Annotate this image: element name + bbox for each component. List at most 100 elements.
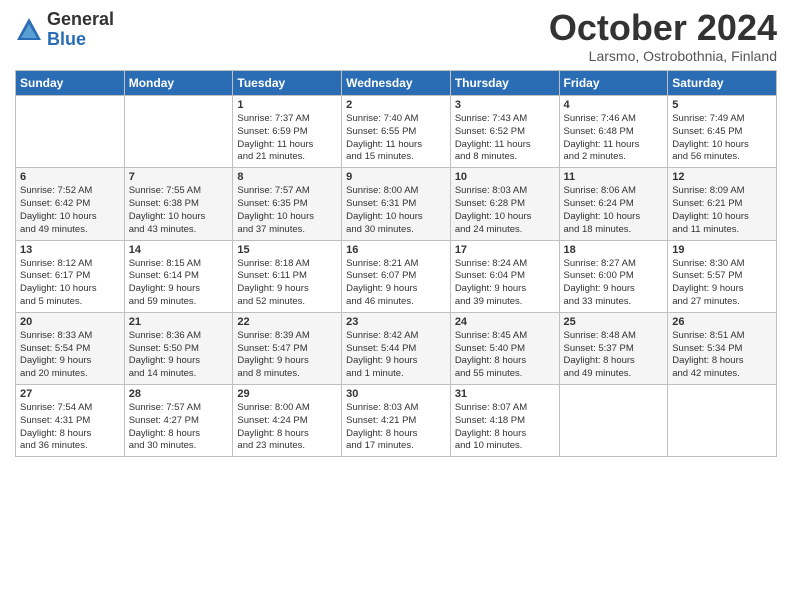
- cell-content: Sunrise: 8:03 AM Sunset: 6:28 PM Dayligh…: [455, 185, 555, 236]
- cell-content: Sunrise: 8:42 AM Sunset: 5:44 PM Dayligh…: [346, 330, 446, 381]
- cell-2-3: 16 Sunrise: 8:21 AM Sunset: 6:07 PM Dayli…: [342, 240, 451, 312]
- day-number: 4: [564, 99, 664, 111]
- cell-2-6: 19Sunrise: 8:30 AM Sunset: 5:57 PM Dayli…: [668, 240, 777, 312]
- day-number: 8: [237, 171, 337, 183]
- day-number: 22: [237, 316, 337, 328]
- logo-text: General Blue: [47, 10, 114, 50]
- cell-content: Sunrise: 7:43 AM Sunset: 6:52 PM Dayligh…: [455, 113, 555, 164]
- cell-content: Sunrise: 7:37 AM Sunset: 6:59 PM Dayligh…: [237, 113, 337, 164]
- day-number: 18: [564, 244, 664, 256]
- day-number: 10: [455, 171, 555, 183]
- day-number: 16: [346, 244, 446, 256]
- cell-4-3: 30 Sunrise: 8:03 AM Sunset: 4:21 PM Dayli…: [342, 385, 451, 457]
- cell-1-3: 9 Sunrise: 8:00 AM Sunset: 6:31 PM Daylig…: [342, 168, 451, 240]
- week-row-1: 6 Sunrise: 7:52 AM Sunset: 6:42 PM Daylig…: [16, 168, 777, 240]
- cell-content: Sunrise: 8:18 AM Sunset: 6:11 PM Dayligh…: [237, 258, 337, 309]
- day-number: 28: [129, 388, 229, 400]
- day-number: 3: [455, 99, 555, 111]
- month-title: October 2024: [549, 10, 777, 46]
- cell-3-2: 22Sunrise: 8:39 AM Sunset: 5:47 PM Dayli…: [233, 312, 342, 384]
- day-number: 21: [129, 316, 229, 328]
- cell-0-2: 1 Sunrise: 7:37 AM Sunset: 6:59 PM Daylig…: [233, 96, 342, 168]
- day-number: 23: [346, 316, 446, 328]
- cell-1-4: 10 Sunrise: 8:03 AM Sunset: 6:28 PM Dayli…: [450, 168, 559, 240]
- day-number: 29: [237, 388, 337, 400]
- cell-3-1: 21Sunrise: 8:36 AM Sunset: 5:50 PM Dayli…: [124, 312, 233, 384]
- cell-content: Sunrise: 8:00 AM Sunset: 4:24 PM Dayligh…: [237, 402, 337, 453]
- header-friday: Friday: [559, 71, 668, 96]
- calendar-body: 1 Sunrise: 7:37 AM Sunset: 6:59 PM Daylig…: [16, 96, 777, 457]
- cell-0-3: 2Sunrise: 7:40 AM Sunset: 6:55 PM Daylig…: [342, 96, 451, 168]
- day-number: 12: [672, 171, 772, 183]
- cell-0-0: [16, 96, 125, 168]
- cell-content: Sunrise: 8:45 AM Sunset: 5:40 PM Dayligh…: [455, 330, 555, 381]
- day-number: 30: [346, 388, 446, 400]
- header-wednesday: Wednesday: [342, 71, 451, 96]
- cell-content: Sunrise: 8:51 AM Sunset: 5:34 PM Dayligh…: [672, 330, 772, 381]
- cell-2-5: 18Sunrise: 8:27 AM Sunset: 6:00 PM Dayli…: [559, 240, 668, 312]
- cell-content: Sunrise: 8:24 AM Sunset: 6:04 PM Dayligh…: [455, 258, 555, 309]
- cell-content: Sunrise: 8:48 AM Sunset: 5:37 PM Dayligh…: [564, 330, 664, 381]
- cell-4-0: 27 Sunrise: 7:54 AM Sunset: 4:31 PM Dayli…: [16, 385, 125, 457]
- week-row-0: 1 Sunrise: 7:37 AM Sunset: 6:59 PM Daylig…: [16, 96, 777, 168]
- cell-1-6: 12 Sunrise: 8:09 AM Sunset: 6:21 PM Dayli…: [668, 168, 777, 240]
- location: Larsmo, Ostrobothnia, Finland: [549, 48, 777, 64]
- cell-4-1: 28 Sunrise: 7:57 AM Sunset: 4:27 PM Dayli…: [124, 385, 233, 457]
- day-number: 26: [672, 316, 772, 328]
- calendar-table: Sunday Monday Tuesday Wednesday Thursday…: [15, 70, 777, 457]
- cell-content: Sunrise: 8:21 AM Sunset: 6:07 PM Dayligh…: [346, 258, 446, 309]
- cell-2-0: 13Sunrise: 8:12 AM Sunset: 6:17 PM Dayli…: [16, 240, 125, 312]
- cell-0-6: 5Sunrise: 7:49 AM Sunset: 6:45 PM Daylig…: [668, 96, 777, 168]
- cell-2-2: 15Sunrise: 8:18 AM Sunset: 6:11 PM Dayli…: [233, 240, 342, 312]
- cell-2-4: 17 Sunrise: 8:24 AM Sunset: 6:04 PM Dayli…: [450, 240, 559, 312]
- cell-4-2: 29 Sunrise: 8:00 AM Sunset: 4:24 PM Dayli…: [233, 385, 342, 457]
- cell-content: Sunrise: 7:57 AM Sunset: 4:27 PM Dayligh…: [129, 402, 229, 453]
- cell-content: Sunrise: 8:00 AM Sunset: 6:31 PM Dayligh…: [346, 185, 446, 236]
- logo-blue: Blue: [47, 30, 114, 50]
- cell-content: Sunrise: 8:12 AM Sunset: 6:17 PM Dayligh…: [20, 258, 120, 309]
- day-number: 31: [455, 388, 555, 400]
- header-saturday: Saturday: [668, 71, 777, 96]
- header-tuesday: Tuesday: [233, 71, 342, 96]
- day-number: 27: [20, 388, 120, 400]
- cell-content: Sunrise: 7:46 AM Sunset: 6:48 PM Dayligh…: [564, 113, 664, 164]
- title-area: October 2024 Larsmo, Ostrobothnia, Finla…: [549, 10, 777, 64]
- cell-content: Sunrise: 8:09 AM Sunset: 6:21 PM Dayligh…: [672, 185, 772, 236]
- day-number: 19: [672, 244, 772, 256]
- header-row: Sunday Monday Tuesday Wednesday Thursday…: [16, 71, 777, 96]
- calendar-header: Sunday Monday Tuesday Wednesday Thursday…: [16, 71, 777, 96]
- header-monday: Monday: [124, 71, 233, 96]
- cell-content: Sunrise: 8:07 AM Sunset: 4:18 PM Dayligh…: [455, 402, 555, 453]
- cell-content: Sunrise: 8:06 AM Sunset: 6:24 PM Dayligh…: [564, 185, 664, 236]
- cell-3-5: 25 Sunrise: 8:48 AM Sunset: 5:37 PM Dayli…: [559, 312, 668, 384]
- cell-content: Sunrise: 7:54 AM Sunset: 4:31 PM Dayligh…: [20, 402, 120, 453]
- cell-3-3: 23 Sunrise: 8:42 AM Sunset: 5:44 PM Dayli…: [342, 312, 451, 384]
- cell-3-4: 24Sunrise: 8:45 AM Sunset: 5:40 PM Dayli…: [450, 312, 559, 384]
- cell-content: Sunrise: 7:40 AM Sunset: 6:55 PM Dayligh…: [346, 113, 446, 164]
- header-sunday: Sunday: [16, 71, 125, 96]
- day-number: 17: [455, 244, 555, 256]
- header-thursday: Thursday: [450, 71, 559, 96]
- cell-4-4: 31 Sunrise: 8:07 AM Sunset: 4:18 PM Dayli…: [450, 385, 559, 457]
- cell-0-4: 3 Sunrise: 7:43 AM Sunset: 6:52 PM Daylig…: [450, 96, 559, 168]
- cell-content: Sunrise: 8:15 AM Sunset: 6:14 PM Dayligh…: [129, 258, 229, 309]
- day-number: 9: [346, 171, 446, 183]
- cell-4-6: [668, 385, 777, 457]
- cell-content: Sunrise: 7:52 AM Sunset: 6:42 PM Dayligh…: [20, 185, 120, 236]
- cell-content: Sunrise: 7:49 AM Sunset: 6:45 PM Dayligh…: [672, 113, 772, 164]
- day-number: 11: [564, 171, 664, 183]
- week-row-2: 13Sunrise: 8:12 AM Sunset: 6:17 PM Dayli…: [16, 240, 777, 312]
- cell-1-5: 11 Sunrise: 8:06 AM Sunset: 6:24 PM Dayli…: [559, 168, 668, 240]
- day-number: 1: [237, 99, 337, 111]
- cell-0-1: [124, 96, 233, 168]
- cell-content: Sunrise: 7:57 AM Sunset: 6:35 PM Dayligh…: [237, 185, 337, 236]
- week-row-4: 27 Sunrise: 7:54 AM Sunset: 4:31 PM Dayli…: [16, 385, 777, 457]
- cell-1-0: 6 Sunrise: 7:52 AM Sunset: 6:42 PM Daylig…: [16, 168, 125, 240]
- day-number: 6: [20, 171, 120, 183]
- cell-1-2: 8 Sunrise: 7:57 AM Sunset: 6:35 PM Daylig…: [233, 168, 342, 240]
- cell-content: Sunrise: 8:03 AM Sunset: 4:21 PM Dayligh…: [346, 402, 446, 453]
- day-number: 25: [564, 316, 664, 328]
- cell-content: Sunrise: 7:55 AM Sunset: 6:38 PM Dayligh…: [129, 185, 229, 236]
- cell-content: Sunrise: 8:33 AM Sunset: 5:54 PM Dayligh…: [20, 330, 120, 381]
- logo-general: General: [47, 10, 114, 30]
